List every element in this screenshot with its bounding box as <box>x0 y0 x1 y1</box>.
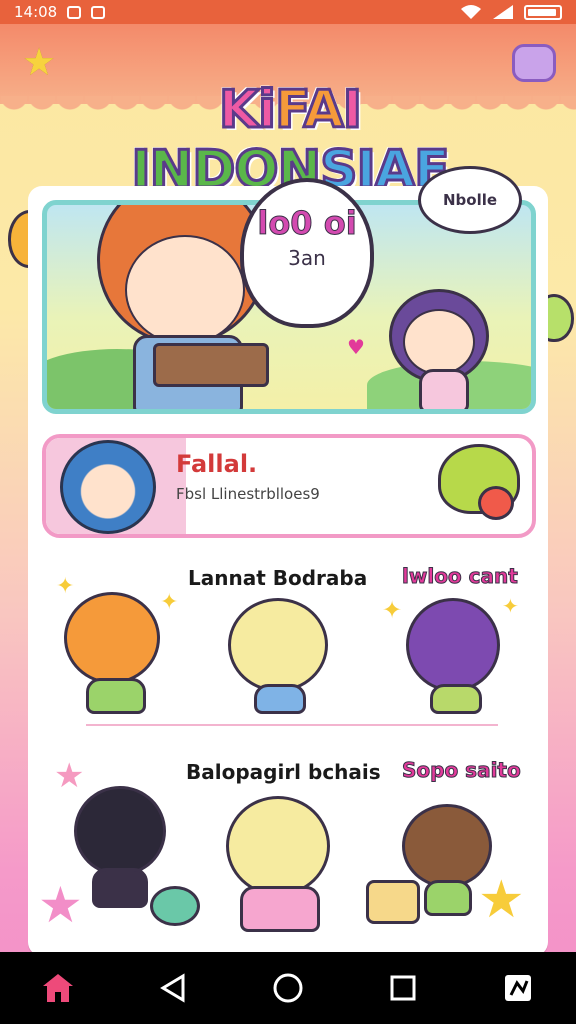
home-button[interactable] <box>28 958 88 1018</box>
sticker-bow-girl[interactable] <box>226 796 330 896</box>
sticker-body <box>240 886 320 932</box>
back-button[interactable] <box>143 958 203 1018</box>
app-icon <box>505 975 532 1001</box>
star-icon[interactable]: ★ <box>22 40 56 84</box>
sticker-orange-girl[interactable] <box>64 592 160 684</box>
sticker-body <box>430 684 482 714</box>
status-bar: 14:08 <box>0 0 576 24</box>
speech-bubble-sub-text: 3an <box>288 246 326 270</box>
sticker-body <box>92 868 148 908</box>
sticker-purple-girl[interactable] <box>406 598 500 692</box>
girl-face-2 <box>403 309 475 375</box>
wifi-icon <box>461 5 481 19</box>
circle-home-icon <box>273 973 303 1003</box>
circle-home-button[interactable] <box>258 958 318 1018</box>
red-slime-icon <box>478 486 514 520</box>
speech-bubble-main-text: lo0 oi <box>257 204 357 243</box>
sticker-body <box>86 678 146 714</box>
sparkle-icon: ✦ <box>382 596 403 624</box>
recents-icon <box>390 975 416 1001</box>
signal-icon <box>493 5 513 19</box>
section-link-1[interactable]: lwloo cant <box>402 564 519 589</box>
title-part-2: FA <box>273 79 345 142</box>
app-button[interactable] <box>488 958 548 1018</box>
notification-icon <box>67 5 82 19</box>
profile-name: Fallal. <box>176 450 258 478</box>
section-title-1: Lannat Bodraba <box>188 566 368 590</box>
section-divider <box>86 724 498 726</box>
recents-button[interactable] <box>373 958 433 1018</box>
sparkle-icon: ✦ <box>502 594 519 618</box>
star-icon: ★ <box>54 756 85 796</box>
star-icon: ★ <box>38 876 83 934</box>
app-title: KiFAI INDONSIAE <box>60 79 520 202</box>
avatar[interactable] <box>60 440 156 534</box>
sparkle-icon: ✦ <box>56 574 75 599</box>
profile-description: Fbsl Llinestrblloes9 <box>176 485 320 503</box>
back-icon <box>159 973 185 1003</box>
star-icon: ★ <box>478 870 525 930</box>
notification-icon-2 <box>91 5 106 19</box>
book-item <box>153 343 269 387</box>
sparkle-icon: ✦ <box>160 590 179 615</box>
title-part-1: Ki <box>217 79 277 142</box>
navigation-bar <box>0 952 576 1024</box>
slime-icon <box>150 886 200 926</box>
gift-icon[interactable] <box>512 44 556 82</box>
sticker-body <box>424 880 472 916</box>
toast-icon <box>366 880 420 924</box>
section-title-2: Balopagirl bchais <box>186 760 381 784</box>
section-link-2[interactable]: Sopo saito <box>402 758 522 783</box>
home-icon <box>42 974 73 1002</box>
status-time: 14:08 <box>14 3 58 21</box>
sticker-blonde-girl[interactable] <box>228 598 328 692</box>
heart-icon: ♥ <box>347 335 365 359</box>
girl-body-2 <box>419 369 469 409</box>
sticker-black-hair-girl[interactable] <box>74 786 166 876</box>
speech-bubble: lo0 oi 3an <box>240 178 374 328</box>
sticker-body <box>254 684 306 714</box>
battery-icon <box>524 4 562 20</box>
speech-bubble-small: Nbolle <box>418 166 522 234</box>
title-part-3: I <box>341 79 363 142</box>
girl-face <box>125 235 245 345</box>
